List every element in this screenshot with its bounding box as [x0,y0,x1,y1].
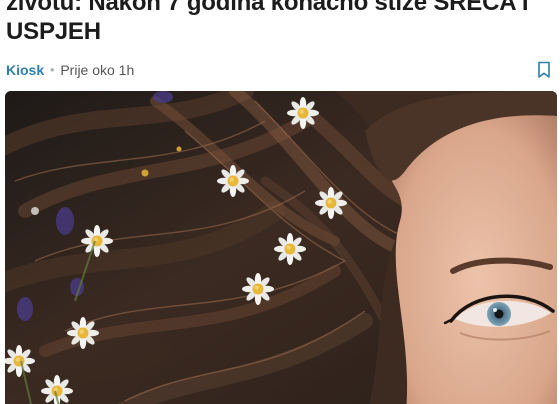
article-title-line-1[interactable]: životu: Nakon 7 godina konačno stiže SRE… [6,0,558,17]
article-card: životu: Nakon 7 godina konačno stiže SRE… [0,0,560,404]
article-hero-image[interactable] [5,91,557,404]
meta-separator: • [50,63,55,77]
source-link[interactable]: Kiosk [6,62,44,78]
bookmark-icon[interactable] [536,61,552,79]
article-title[interactable]: životu: Nakon 7 godina konačno stiže SRE… [6,0,558,46]
hero-illustration [5,91,557,404]
publish-time: Prije oko 1h [60,62,135,78]
article-meta: Kiosk • Prije oko 1h [6,60,134,80]
article-title-line-2[interactable]: USPJEH [6,17,558,46]
